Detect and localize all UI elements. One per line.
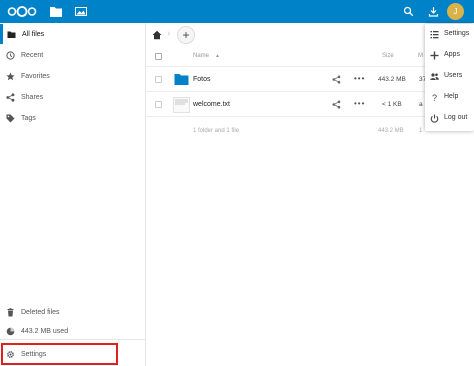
sidebar-item-label: Recent [21,51,44,59]
pie-chart-icon [6,327,15,335]
quota-info: 443.2 MB used [0,321,145,341]
text-file-icon [173,97,190,113]
summary-text: 1 folder and 1 file [193,128,240,134]
files-app-icon[interactable] [49,5,63,18]
share-icon[interactable] [332,75,341,84]
folder-icon [7,31,16,38]
row-checkbox[interactable] [155,76,162,83]
summary-modified: 1 [419,128,423,134]
sidebar-item-label: Favorites [21,72,50,80]
home-icon[interactable] [152,30,162,40]
star-icon [6,72,15,80]
trash-icon [7,307,14,316]
menu-item-users[interactable]: Users [425,66,474,87]
tag-icon [6,114,15,122]
menu-item-settings[interactable]: Settings [425,24,474,45]
share-icon[interactable] [332,100,341,109]
column-header-modified[interactable]: M [418,53,423,59]
file-size: 443.2 MB [378,76,406,83]
sidebar-item-deleted-files[interactable]: Deleted files [0,302,145,322]
help-icon: ? [432,93,437,102]
sidebar-divider [0,339,145,340]
sidebar-item-favorites[interactable]: Favorites [0,66,145,86]
sidebar-item-label: All files [22,30,45,38]
file-size: < 1 KB [382,101,402,108]
menu-item-label: Users [444,72,463,79]
gallery-app-icon[interactable] [74,5,88,18]
sidebar-item-shares[interactable]: Shares [0,87,145,107]
sort-arrow-icon: ▲ [215,53,220,59]
sidebar-item-label: Tags [21,114,36,122]
menu-item-label: Apps [444,51,460,58]
user-menu: Settings Apps Users ? Help Log out [425,24,474,131]
sidebar-item-label: Deleted files [21,308,60,316]
sidebar: All files Recent Favorites Shares Tags D… [0,23,146,366]
menu-item-label: Log out [444,114,468,121]
select-all-checkbox[interactable] [155,53,162,60]
share-icon [6,92,15,102]
file-modified: a [419,101,423,108]
file-name[interactable]: welcome.txt [193,101,230,108]
quota-text: 443.2 MB used [21,327,69,335]
folder-icon [174,74,189,85]
nextcloud-logo[interactable] [7,6,37,17]
user-avatar[interactable]: J [447,3,464,20]
menu-item-logout[interactable]: Log out [425,108,474,129]
plus-icon [430,51,439,60]
breadcrumb-separator: › [167,28,171,39]
notifications-icon[interactable] [428,6,439,17]
svg-text:?: ? [432,93,437,102]
users-icon [430,73,439,80]
column-header-name[interactable]: Name [193,53,209,59]
menu-item-apps[interactable]: Apps [425,45,474,66]
menu-item-label: Settings [444,30,470,37]
menu-item-label: Help [444,93,459,100]
list-settings-icon [430,31,439,39]
file-name[interactable]: Fotos [193,76,211,83]
sidebar-item-recent[interactable]: Recent [0,45,145,65]
top-header: J [0,0,474,23]
more-actions-icon[interactable]: ••• [354,74,365,83]
more-actions-icon[interactable]: ••• [354,99,365,108]
sidebar-item-tags[interactable]: Tags [0,108,145,128]
sidebar-item-label: Shares [21,93,44,101]
search-icon[interactable] [403,6,414,17]
summary-size: 443.2 MB [378,128,404,134]
menu-item-help[interactable]: ? Help [425,87,474,108]
add-new-button[interactable]: + [177,26,195,44]
power-icon [430,114,439,123]
column-header-size[interactable]: Size [382,53,394,59]
settings-highlight-box [1,343,118,365]
sidebar-item-all-files[interactable]: All files [0,24,145,44]
row-checkbox[interactable] [155,101,162,108]
clock-icon [6,50,15,60]
